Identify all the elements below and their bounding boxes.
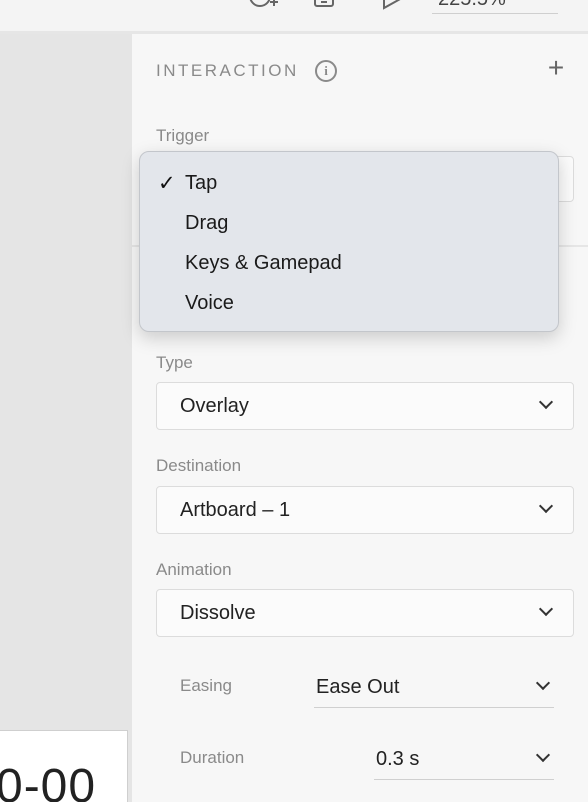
chevron-down-icon <box>538 394 554 410</box>
destination-select[interactable]: Artboard – 1 <box>156 486 574 534</box>
easing-label: Easing <box>180 676 232 695</box>
chevron-down-icon <box>538 498 554 514</box>
type-select[interactable]: Overlay <box>156 382 574 430</box>
duration-select-value: 0.3 s <box>376 748 420 770</box>
destination-label: Destination <box>156 456 242 475</box>
menu-item-label: Tap <box>185 172 218 194</box>
animation-label: Animation <box>156 560 232 579</box>
device-preview-icon[interactable] <box>314 0 334 15</box>
chevron-down-icon <box>535 675 551 691</box>
easing-select-value: Ease Out <box>316 676 400 698</box>
artboard-text: 0-00 <box>0 760 97 802</box>
top-toolbar: 225.5% <box>0 0 588 34</box>
trigger-dropdown-menu: ✓ Tap Drag Keys & Gamepad Voice <box>139 151 559 332</box>
menu-item-keys-gamepad[interactable]: Keys & Gamepad <box>140 243 558 283</box>
duration-select[interactable]: 0.3 s <box>374 742 554 780</box>
menu-item-drag[interactable]: Drag <box>140 203 558 243</box>
artboard[interactable]: 0-00 <box>0 730 128 802</box>
destination-select-value: Artboard – 1 <box>180 499 291 521</box>
zoom-field[interactable]: 225.5% <box>432 0 558 14</box>
checkmark-icon: ✓ <box>158 172 176 195</box>
menu-item-voice[interactable]: Voice <box>140 283 558 323</box>
interaction-section-title: INTERACTION <box>156 61 299 80</box>
menu-item-label: Drag <box>185 212 229 234</box>
menu-item-label: Voice <box>185 292 234 314</box>
menu-item-label: Keys & Gamepad <box>185 252 342 274</box>
add-user-icon[interactable] <box>246 0 280 15</box>
animation-select-value: Dissolve <box>180 602 256 624</box>
add-interaction-icon[interactable]: + <box>543 54 569 82</box>
type-select-value: Overlay <box>180 395 249 417</box>
duration-label: Duration <box>180 748 245 767</box>
trigger-label: Trigger <box>156 126 210 145</box>
chevron-down-icon <box>538 601 554 617</box>
play-icon[interactable] <box>382 0 404 15</box>
type-label: Type <box>156 353 193 372</box>
chevron-down-icon <box>535 747 551 763</box>
info-icon[interactable]: i <box>315 60 337 82</box>
animation-select[interactable]: Dissolve <box>156 589 574 637</box>
properties-panel: INTERACTION i + Trigger Type Overlay Des… <box>132 34 588 802</box>
menu-item-tap[interactable]: ✓ Tap <box>140 163 558 203</box>
easing-select[interactable]: Ease Out <box>314 670 554 708</box>
design-canvas[interactable]: 0-00 <box>0 34 132 802</box>
